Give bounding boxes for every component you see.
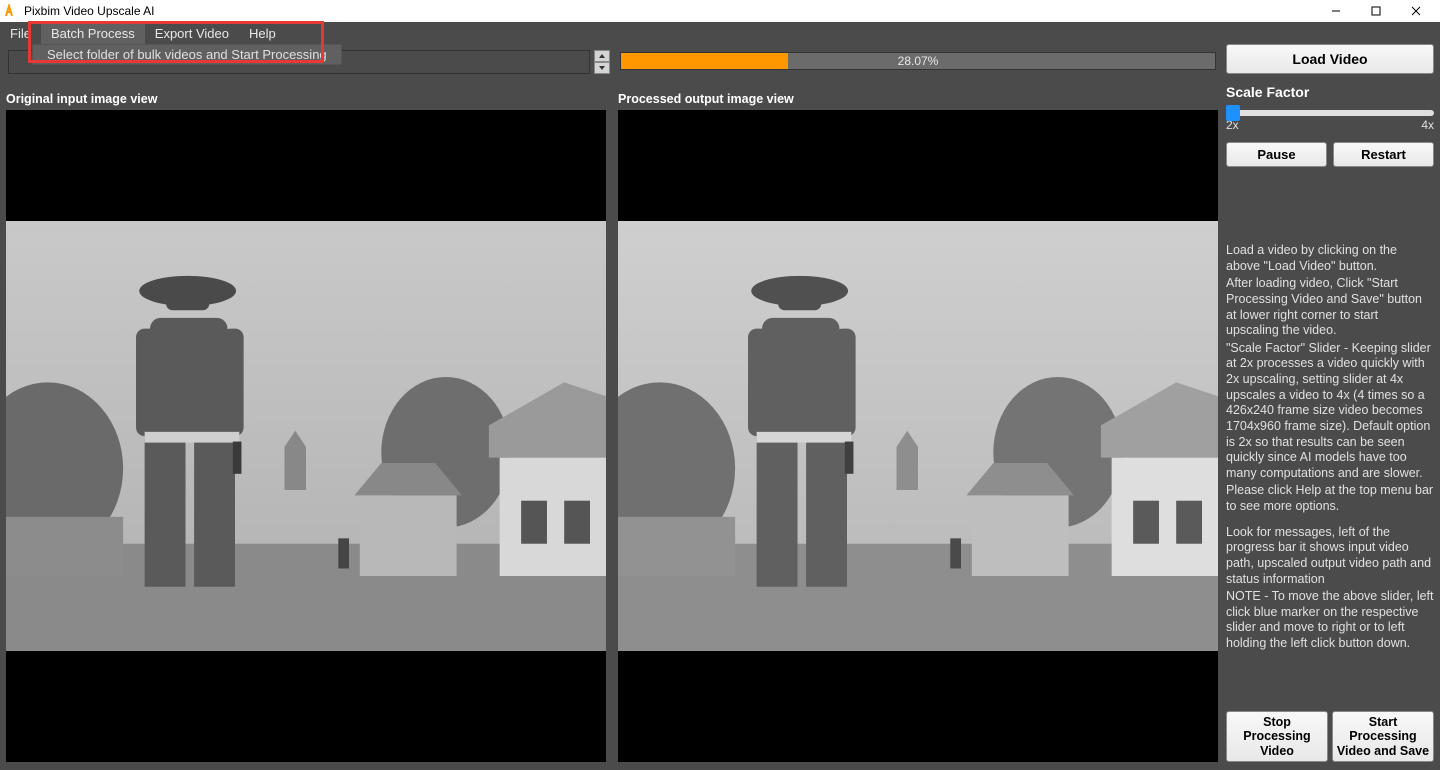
- restart-button[interactable]: Restart: [1333, 142, 1434, 167]
- close-button[interactable]: [1396, 0, 1436, 22]
- minimize-button[interactable]: [1316, 0, 1356, 22]
- progress-bar: 28.07%: [620, 52, 1216, 70]
- start-processing-button[interactable]: Start Processing Video and Save: [1332, 711, 1434, 762]
- original-frame-image: [6, 221, 606, 651]
- menu-bar: File Batch Process Export Video Help: [0, 22, 1440, 44]
- slider-thumb[interactable]: [1226, 105, 1240, 121]
- slider-range-labels: 2x 4x: [1226, 118, 1434, 132]
- menu-batch-process[interactable]: Batch Process: [41, 22, 145, 44]
- load-video-button[interactable]: Load Video: [1226, 44, 1434, 74]
- frame-stepper: [594, 50, 610, 74]
- help-line-3: "Scale Factor" Slider - Keeping slider a…: [1226, 341, 1434, 482]
- progress-percent: 28.07%: [621, 53, 1215, 69]
- processed-view: Processed output image view: [618, 92, 1218, 762]
- processed-frame-image: [618, 221, 1218, 651]
- menu-help[interactable]: Help: [239, 22, 286, 44]
- window-titlebar: Pixbim Video Upscale AI: [0, 0, 1440, 22]
- dropdown-select-folder[interactable]: Select folder of bulk videos and Start P…: [33, 45, 341, 64]
- stepper-down-button[interactable]: [594, 62, 610, 74]
- comparison-views: Original input image view: [6, 92, 1218, 762]
- help-line-6: NOTE - To move the above slider, left cl…: [1226, 589, 1434, 652]
- side-panel: Load Video Scale Factor 2x 4x Pause Rest…: [1226, 44, 1434, 762]
- scale-max-label: 4x: [1421, 118, 1434, 132]
- help-line-1: Load a video by clicking on the above "L…: [1226, 243, 1434, 274]
- original-view: Original input image view: [6, 92, 606, 762]
- processed-view-label: Processed output image view: [618, 92, 1218, 108]
- scale-factor-slider[interactable]: [1226, 110, 1434, 116]
- menu-file[interactable]: File: [0, 22, 41, 44]
- scale-factor-label: Scale Factor: [1226, 84, 1434, 100]
- help-line-4: Please click Help at the top menu bar to…: [1226, 483, 1434, 514]
- pause-button[interactable]: Pause: [1226, 142, 1327, 167]
- batch-process-dropdown: Select folder of bulk videos and Start P…: [32, 44, 342, 65]
- original-view-label: Original input image view: [6, 92, 606, 108]
- help-line-2: After loading video, Click "Start Proces…: [1226, 276, 1434, 339]
- stepper-up-button[interactable]: [594, 50, 610, 62]
- original-frame: [6, 110, 606, 762]
- help-line-5: Look for messages, left of the progress …: [1226, 525, 1434, 588]
- window-title: Pixbim Video Upscale AI: [24, 4, 155, 18]
- app-logo-icon: [4, 4, 18, 18]
- processed-frame: [618, 110, 1218, 762]
- maximize-button[interactable]: [1356, 0, 1396, 22]
- help-text-block: Load a video by clicking on the above "L…: [1226, 243, 1434, 654]
- menu-export-video[interactable]: Export Video: [145, 22, 239, 44]
- stop-processing-button[interactable]: Stop Processing Video: [1226, 711, 1328, 762]
